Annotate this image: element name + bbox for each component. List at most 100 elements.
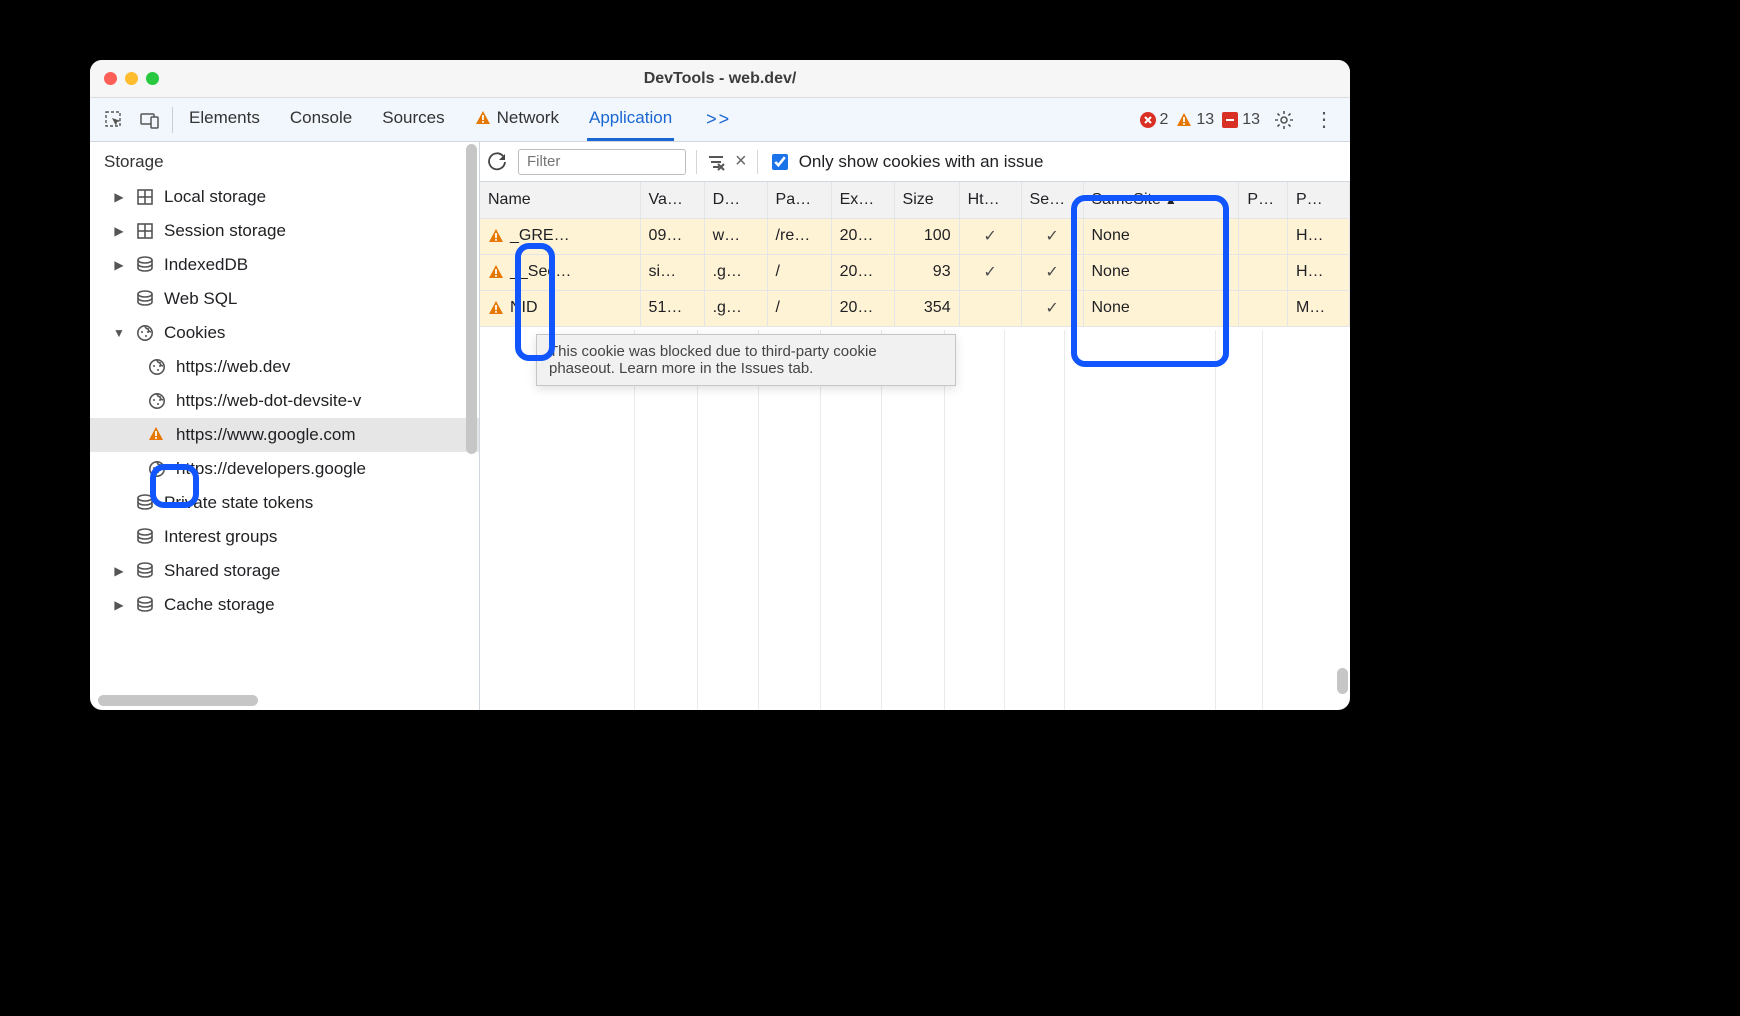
col-priority[interactable]: P…: [1287, 182, 1349, 218]
sidebar-item-cookies[interactable]: ▼ Cookies: [90, 316, 479, 350]
cell-httponly: [959, 290, 1021, 326]
col-httponly[interactable]: Ht…: [959, 182, 1021, 218]
only-issues-toggle[interactable]: Only show cookies with an issue: [768, 151, 1044, 173]
sidebar-item-cache-storage[interactable]: ▶ Cache storage: [90, 588, 479, 622]
only-issues-label: Only show cookies with an issue: [799, 152, 1044, 172]
close-window-button[interactable]: [104, 72, 117, 85]
section-storage: Storage: [90, 148, 479, 180]
sidebar-item-local-storage[interactable]: ▶ Local storage: [90, 180, 479, 214]
error-count: 2: [1160, 111, 1169, 129]
separator: [757, 150, 758, 174]
cell-expires: 20…: [831, 218, 894, 254]
sidebar-item-label: Local storage: [164, 187, 266, 207]
cookies-panel: × Only show cookies with an issue: [480, 142, 1350, 710]
cell-path: /re…: [767, 218, 831, 254]
window-title: DevTools - web.dev/: [90, 70, 1350, 88]
zoom-window-button[interactable]: [146, 72, 159, 85]
cell-expires: 20…: [831, 290, 894, 326]
tab-elements[interactable]: Elements: [187, 98, 262, 141]
settings-button[interactable]: [1268, 110, 1300, 130]
col-label: SameSite: [1092, 191, 1161, 208]
panel-tabs: Elements Console Sources Network Applica…: [187, 98, 737, 141]
cell-path: /: [767, 290, 831, 326]
col-samesite[interactable]: SameSite ▲: [1083, 182, 1239, 218]
database-icon: [134, 256, 156, 274]
table-row[interactable]: __Sec…si….g…/20…93✓✓NoneH…: [480, 254, 1350, 290]
cell-samesite: None: [1083, 218, 1239, 254]
minimize-window-button[interactable]: [125, 72, 138, 85]
main-scrollbar[interactable]: [1337, 668, 1348, 694]
table-header-row: Name Va… D… Pa… Ex… Size Ht… Se… SameSit…: [480, 182, 1350, 218]
sort-asc-icon: ▲: [1165, 193, 1177, 207]
sidebar-item-label: Session storage: [164, 221, 286, 241]
warning-icon: [488, 264, 504, 280]
col-value[interactable]: Va…: [640, 182, 704, 218]
cookies-table-wrap: Name Va… D… Pa… Ex… Size Ht… Se… SameSit…: [480, 182, 1350, 710]
cell-secure: ✓: [1021, 254, 1083, 290]
cell-name: NID: [480, 290, 640, 326]
cookie-name: _GRE…: [510, 227, 570, 244]
cookie-icon: [146, 358, 168, 376]
table-icon: [134, 188, 156, 206]
disclosure-closed-icon: ▶: [112, 224, 126, 238]
tab-console[interactable]: Console: [288, 98, 354, 141]
sidebar-item-label: https://developers.google: [176, 459, 366, 479]
tab-label: Network: [497, 108, 559, 128]
sidebar-scrollbar[interactable]: [466, 144, 477, 454]
device-toggle-icon[interactable]: [132, 111, 168, 129]
more-menu-button[interactable]: ⋮: [1308, 115, 1340, 125]
col-name[interactable]: Name: [480, 182, 640, 218]
cookies-toolbar: × Only show cookies with an issue: [480, 142, 1350, 182]
cookie-warning-tooltip: This cookie was blocked due to third-par…: [536, 334, 956, 386]
errors-badge[interactable]: 2: [1140, 111, 1169, 129]
separator: [172, 107, 173, 133]
cookie-origin-3[interactable]: https://developers.google: [90, 452, 479, 486]
col-partition[interactable]: P…: [1239, 182, 1288, 218]
col-expires[interactable]: Ex…: [831, 182, 894, 218]
more-tabs-button[interactable]: >>: [700, 98, 737, 141]
table-row[interactable]: _GRE…09…w…/re…20…100✓✓NoneH…: [480, 218, 1350, 254]
sidebar-item-private-state-tokens[interactable]: Private state tokens: [90, 486, 479, 520]
col-size[interactable]: Size: [894, 182, 959, 218]
tab-sources[interactable]: Sources: [380, 98, 446, 141]
issues-badge[interactable]: 13: [1222, 111, 1260, 129]
col-secure[interactable]: Se…: [1021, 182, 1083, 218]
cookie-icon: [146, 460, 168, 478]
tab-application[interactable]: Application: [587, 98, 674, 141]
disclosure-open-icon: ▼: [112, 326, 126, 340]
table-row[interactable]: NID51….g…/20…354✓NoneM…: [480, 290, 1350, 326]
sidebar-item-session-storage[interactable]: ▶ Session storage: [90, 214, 479, 248]
clear-all-button[interactable]: ×: [735, 150, 747, 173]
only-issues-checkbox[interactable]: [772, 154, 788, 170]
sidebar-item-label: https://web-dot-devsite-v: [176, 391, 361, 411]
sidebar-item-shared-storage[interactable]: ▶ Shared storage: [90, 554, 479, 588]
cookie-origin-1[interactable]: https://web-dot-devsite-v: [90, 384, 479, 418]
inspect-element-icon[interactable]: [96, 111, 132, 129]
database-icon: [134, 562, 156, 580]
cookie-icon: [134, 324, 156, 342]
col-domain[interactable]: D…: [704, 182, 767, 218]
cell-httponly: ✓: [959, 218, 1021, 254]
database-icon: [134, 596, 156, 614]
sidebar-horiz-scrollbar[interactable]: [98, 695, 258, 706]
refresh-button[interactable]: [488, 152, 508, 172]
col-path[interactable]: Pa…: [767, 182, 831, 218]
cookie-origin-2[interactable]: https://www.google.com: [90, 418, 479, 452]
clear-filter-button[interactable]: [707, 153, 725, 171]
cookie-name: __Sec…: [510, 263, 571, 280]
sidebar-item-label: https://web.dev: [176, 357, 290, 377]
cell-name: __Sec…: [480, 254, 640, 290]
cell-samesite: None: [1083, 290, 1239, 326]
cookie-origin-0[interactable]: https://web.dev: [90, 350, 479, 384]
filter-input[interactable]: [518, 149, 686, 175]
sidebar-item-indexeddb[interactable]: ▶ IndexedDB: [90, 248, 479, 282]
tab-network[interactable]: Network: [473, 98, 561, 141]
gear-icon: [1274, 110, 1294, 130]
cell-httponly: ✓: [959, 254, 1021, 290]
sidebar-item-interest-groups[interactable]: Interest groups: [90, 520, 479, 554]
sidebar-item-websql[interactable]: Web SQL: [90, 282, 479, 316]
warnings-badge[interactable]: 13: [1176, 111, 1214, 129]
application-sidebar: Storage ▶ Local storage ▶ Session storag…: [90, 142, 480, 710]
cell-domain: .g…: [704, 290, 767, 326]
panel-tabbar: Elements Console Sources Network Applica…: [90, 98, 1350, 142]
